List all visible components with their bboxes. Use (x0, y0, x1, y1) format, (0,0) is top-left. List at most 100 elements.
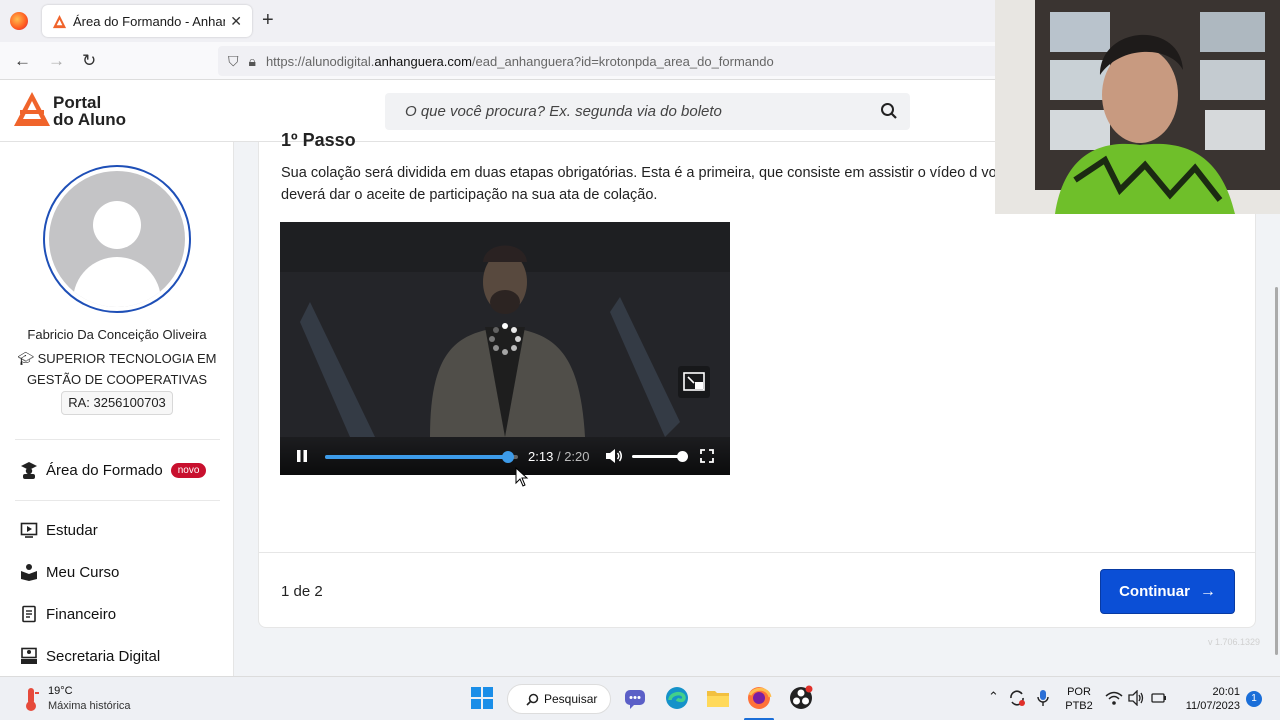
graduation-cap-icon: 🎓︎ (17, 351, 38, 366)
weather-temperature[interactable]: 19°C (48, 685, 73, 697)
sidebar-divider (15, 500, 220, 501)
sidebar-item-label: Meu Curso (46, 563, 120, 581)
course-name: 🎓︎ SUPERIOR TECNOLOGIA EM GESTÃO DE COOP… (10, 348, 224, 390)
volume-handle[interactable] (677, 451, 688, 462)
portal-logo-text[interactable]: Portal do Aluno (53, 94, 126, 128)
logo-line-2: do Aluno (53, 110, 127, 129)
video-time: 2:13 / 2:20 (528, 449, 590, 464)
sidebar-item-estudar[interactable]: Estudar (20, 518, 98, 542)
lock-icon[interactable]: 🔒︎ (249, 53, 256, 70)
duration: 2:20 (564, 449, 590, 464)
continue-button-label: Continuar (1119, 583, 1190, 600)
clock-time: 20:01 (1212, 686, 1240, 698)
firefox-view-icon[interactable] (10, 12, 28, 30)
back-arrow-icon[interactable]: ← (14, 51, 31, 71)
url-prefix: https://alunodigital. (265, 53, 375, 69)
fullscreen-icon[interactable] (700, 449, 714, 463)
thermometer-icon[interactable] (22, 687, 40, 711)
chevron-up-icon[interactable]: ⌃ (988, 689, 999, 705)
step-pager: 1 de 2 (281, 583, 323, 600)
sidebar-item-label: Financeiro (46, 605, 117, 623)
step-heading: 1º Passo (281, 130, 356, 150)
sidebar-item-meu-curso[interactable]: Meu Curso (20, 560, 119, 584)
tab-title: Área do Formando - Anhanguera (73, 13, 225, 29)
new-badge: novo (170, 462, 207, 478)
language-code: POR (1067, 686, 1091, 698)
close-tab-icon[interactable]: ✕ (230, 13, 242, 30)
windows-start-icon[interactable] (469, 685, 495, 711)
volume-slider[interactable] (632, 451, 688, 462)
volume-icon[interactable] (605, 448, 623, 464)
video-controls: 2:13 / 2:20 (280, 437, 730, 475)
speaker-icon[interactable] (1128, 690, 1146, 706)
search-icon[interactable] (880, 102, 898, 120)
obs-studio-icon[interactable] (788, 685, 814, 711)
picture-in-picture-button[interactable] (678, 366, 710, 398)
clock-date: 11/07/2023 (1185, 700, 1240, 712)
shield-icon[interactable]: ⛉ (228, 53, 239, 70)
student-name: Fabricio Da Conceição Oliveira (27, 327, 207, 342)
windows-taskbar: 19°C Máxima histórica Pesquisar ⌃ POR PT… (0, 676, 1280, 720)
play-screen-icon (20, 522, 38, 538)
search-icon (526, 693, 539, 706)
edge-browser-icon[interactable] (664, 685, 690, 711)
browser-tab-active[interactable]: Área do Formando - Anhanguera ✕ (42, 5, 252, 37)
sidebar: Fabricio Da Conceição Oliveira 🎓︎ SUPERI… (0, 142, 234, 676)
firefox-app-icon[interactable] (746, 685, 772, 711)
graduate-icon (21, 462, 37, 479)
sidebar-item-label: Secretaria Digital (46, 647, 161, 665)
avatar-placeholder (49, 171, 185, 307)
taskbar-search-label: Pesquisar (544, 692, 598, 706)
clock[interactable]: 20:01 11/07/2023 (1176, 685, 1240, 713)
page-scrollbar[interactable] (1270, 142, 1280, 676)
sync-icon[interactable] (1008, 689, 1026, 707)
keyboard-layout: PTB2 (1065, 700, 1093, 712)
continue-button[interactable]: Continuar → (1100, 569, 1235, 614)
logo-line-1: Portal (53, 93, 102, 112)
arrow-right-icon: → (1199, 582, 1216, 600)
anhanguera-favicon-icon (52, 14, 67, 28)
teams-chat-icon[interactable] (622, 685, 648, 711)
new-tab-icon[interactable]: + (262, 10, 274, 30)
search-input[interactable] (385, 93, 855, 130)
avatar-body-shape (73, 257, 161, 307)
sidebar-divider (15, 439, 220, 440)
url-suffix: /ead_anhanguera?id=krotonpda_area_do_for… (471, 53, 774, 69)
sidebar-item-financeiro[interactable]: Financeiro (20, 602, 116, 626)
current-time: 2:13 (528, 449, 554, 464)
scrollbar-thumb[interactable] (1275, 287, 1278, 655)
webcam-overlay (995, 0, 1280, 214)
file-explorer-icon[interactable] (705, 685, 731, 711)
video-progress-bar[interactable] (325, 451, 518, 463)
video-progress-fill (325, 455, 509, 459)
intro-text: Sua colação será dividida em duas etapas… (281, 165, 1013, 203)
reload-icon[interactable]: ↻ (82, 51, 96, 71)
microphone-icon[interactable] (1036, 689, 1050, 707)
taskbar-search-button[interactable]: Pesquisar (507, 684, 611, 714)
notification-badge[interactable]: 1 (1246, 691, 1262, 707)
sidebar-item-secretaria-digital[interactable]: Secretaria Digital (20, 644, 160, 668)
sidebar-item-area-do-formado[interactable]: Área do Formado novo (20, 458, 207, 482)
forward-arrow-icon[interactable]: → (48, 51, 65, 71)
ra-badge: RA: 3256100703 (61, 391, 173, 415)
avatar[interactable] (43, 165, 191, 313)
address-bar[interactable]: ⛉ 🔒︎ https://alunodigital. anhanguera.com… (218, 46, 1008, 76)
keyboard-language[interactable]: POR PTB2 (1062, 685, 1096, 713)
sidebar-item-label: Área do Formado (46, 461, 163, 479)
document-icon (22, 605, 36, 623)
video-seek-handle[interactable] (502, 451, 515, 463)
avatar-head-shape (93, 201, 141, 249)
weather-description[interactable]: Máxima histórica (48, 700, 131, 712)
search-box (385, 93, 910, 130)
url-domain: anhanguera.com (374, 53, 472, 69)
webcam-video-frame (995, 0, 1280, 214)
battery-icon[interactable] (1151, 692, 1167, 704)
pause-icon[interactable] (296, 449, 308, 463)
version-label: v 1.706.1329 (1208, 637, 1261, 647)
time-separator: / (556, 449, 561, 464)
desk-person-icon (21, 647, 37, 664)
wifi-icon[interactable] (1105, 690, 1123, 706)
portal-logo-icon[interactable] (14, 92, 50, 126)
picture-in-picture-icon (683, 372, 705, 391)
video-player[interactable]: 2:13 / 2:20 (280, 222, 730, 475)
